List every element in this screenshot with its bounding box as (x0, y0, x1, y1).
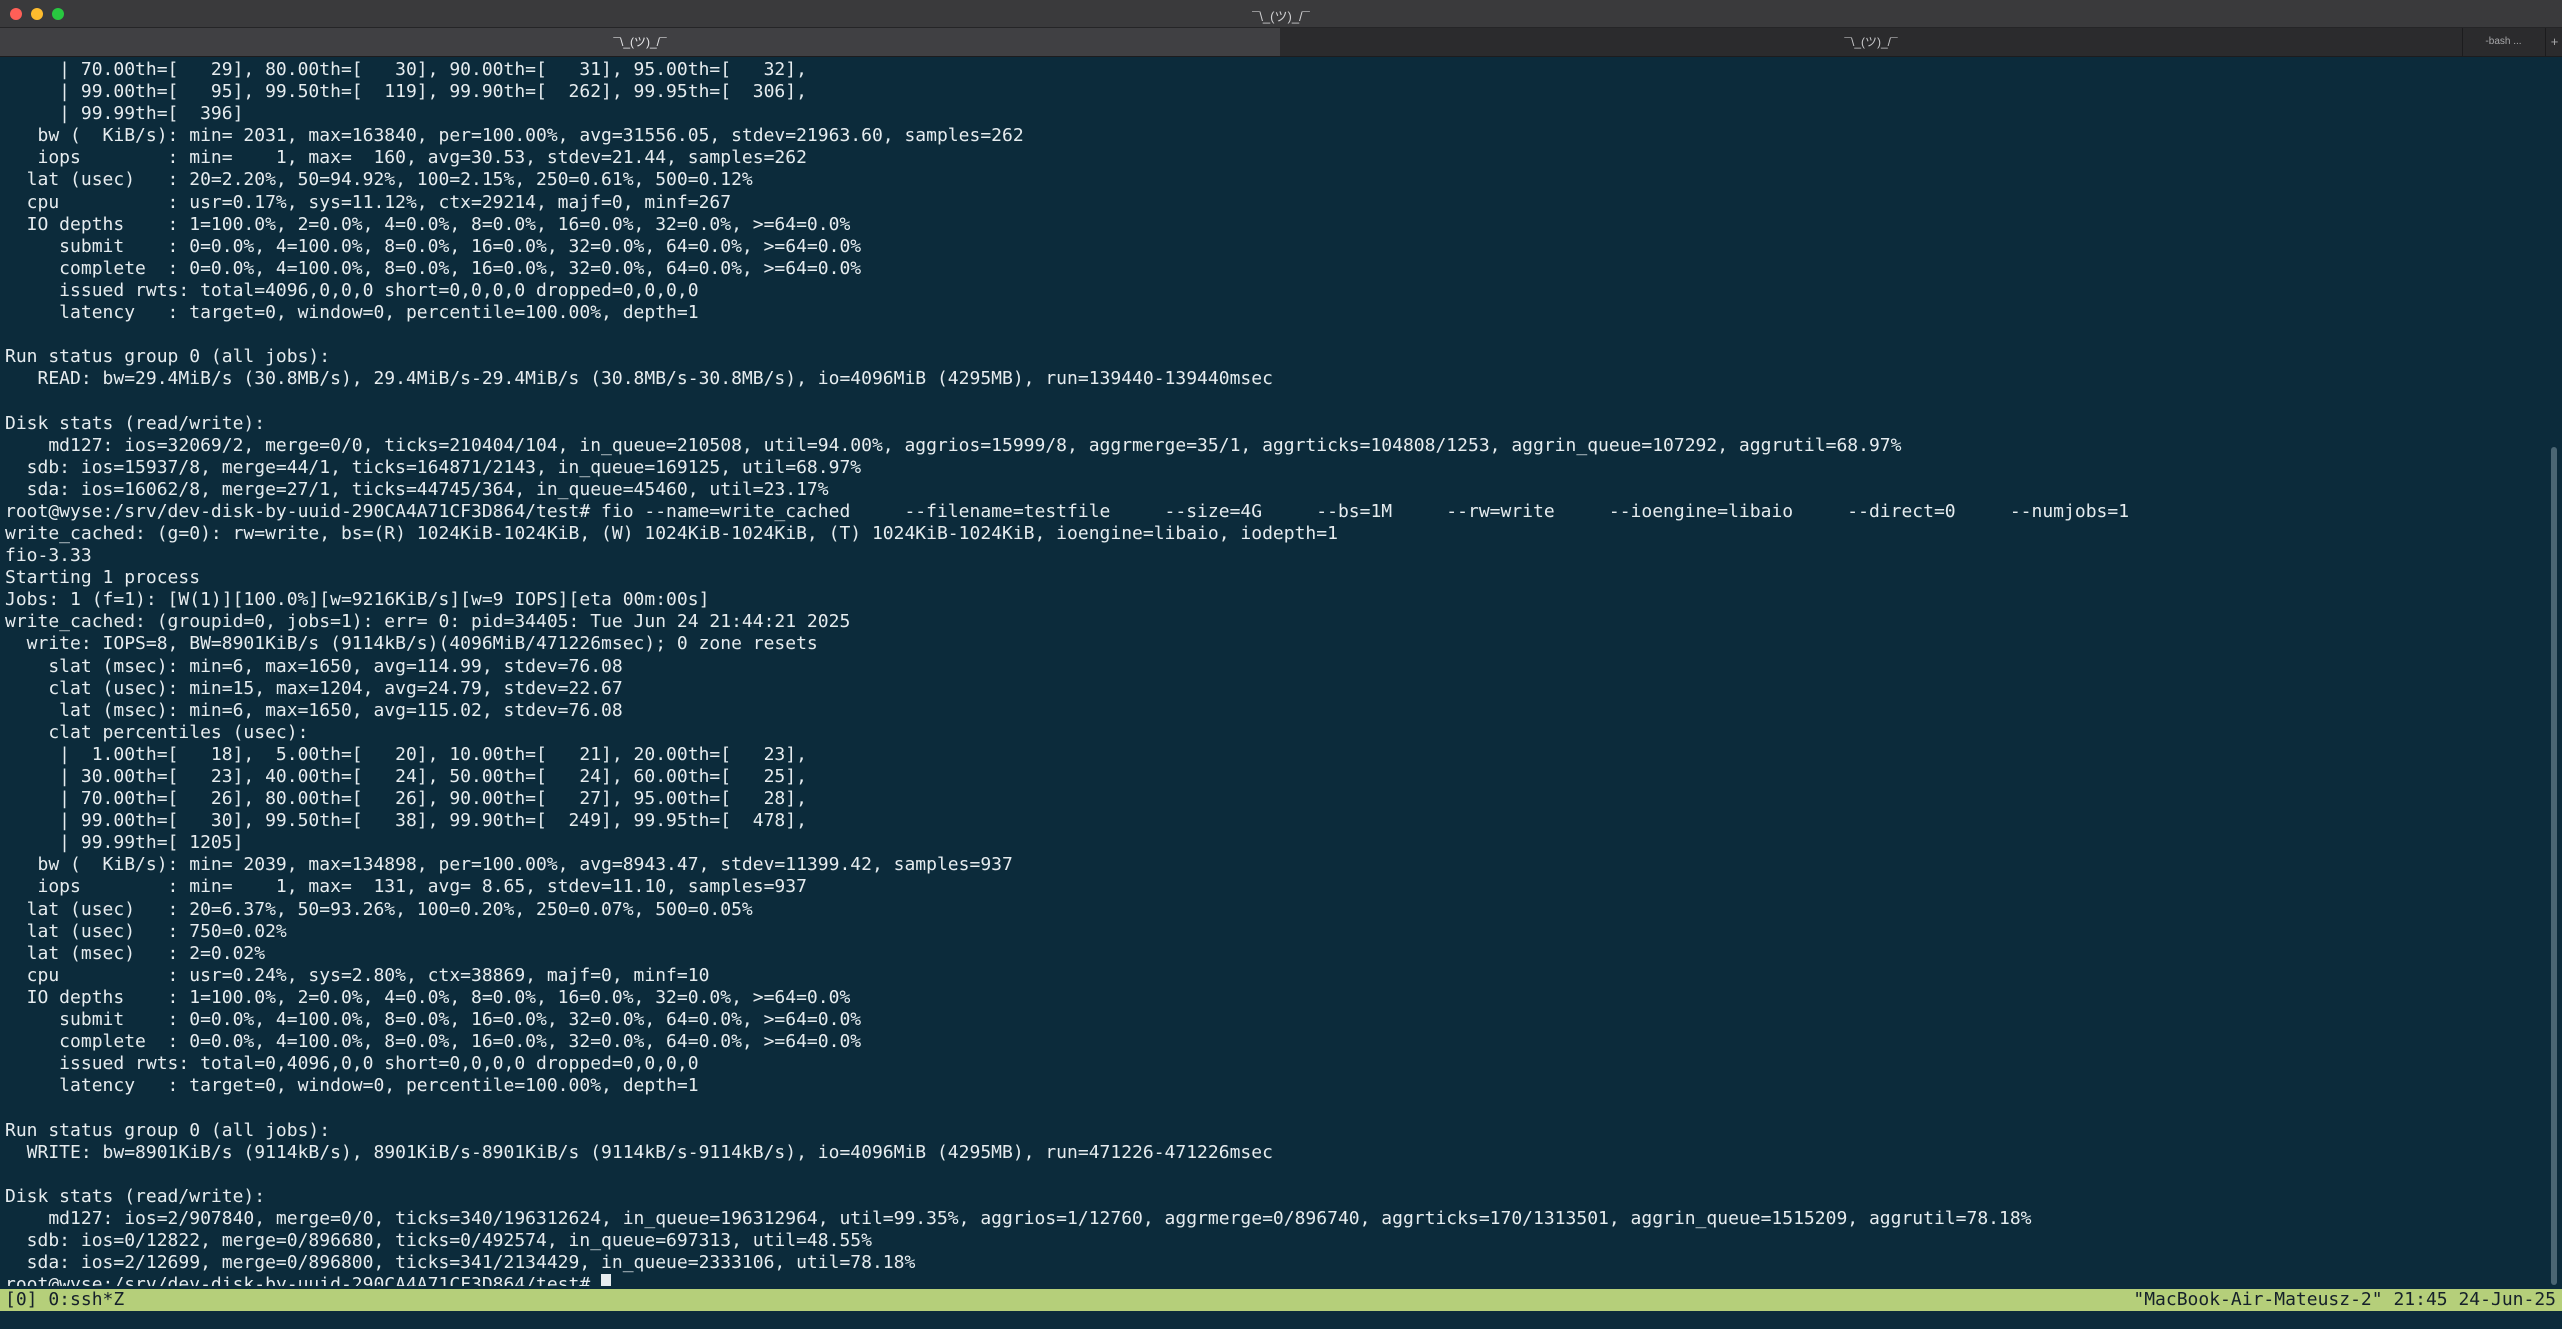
terminal-line: bw ( KiB/s): min= 2031, max=163840, per=… (5, 125, 1024, 147)
terminal-line: lat (usec) : 20=6.37%, 50=93.26%, 100=0.… (5, 898, 753, 920)
scrollbar-thumb[interactable] (2551, 447, 2557, 1285)
terminal-line: write: IOPS=8, BW=8901KiB/s (9114kB/s)(4… (5, 633, 818, 655)
terminal-line: Run status group 0 (all jobs): (5, 346, 331, 368)
tmux-window-list[interactable]: [0] 0:ssh*Z (5, 1289, 124, 1311)
terminal-line: clat (usec): min=15, max=1204, avg=24.79… (5, 677, 623, 699)
tab-3[interactable]: -bash ... (2462, 28, 2544, 56)
terminal-line: | 70.00th=[ 26], 80.00th=[ 26], 90.00th=… (5, 788, 807, 810)
terminal-line: root@wyse:/srv/dev-disk-by-uuid-290CA4A7… (5, 500, 2130, 522)
terminal-line: WRITE: bw=8901KiB/s (9114kB/s), 8901KiB/… (5, 1141, 1273, 1163)
terminal-line: | 30.00th=[ 23], 40.00th=[ 24], 50.00th=… (5, 766, 807, 787)
terminal-line: write_cached: (g=0): rw=write, bs=(R) 10… (5, 522, 1338, 544)
terminal-line: submit : 0=0.0%, 4=100.0%, 8=0.0%, 16=0.… (5, 235, 862, 257)
tmux-host-clock: "MacBook-Air-Mateusz-2" 21:45 24-Jun-25 (2133, 1289, 2556, 1310)
terminal-line: iops : min= 1, max= 131, avg= 8.65, stde… (5, 876, 807, 898)
terminal-window: ¯\_(ツ)_/¯ ¯\_(ツ)_/¯ ¯\_(ツ)_/¯ -bash ... … (0, 0, 2562, 1329)
terminal-line: write_cached: (groupid=0, jobs=1): err= … (5, 611, 851, 633)
tab-2[interactable]: ¯\_(ツ)_/¯ (1280, 28, 2462, 56)
text-cursor (601, 1274, 612, 1286)
terminal-line: Run status group 0 (all jobs): (5, 1119, 331, 1141)
terminal-line: submit : 0=0.0%, 4=100.0%, 8=0.0%, 16=0.… (5, 1009, 862, 1031)
terminal-line: READ: bw=29.4MiB/s (30.8MB/s), 29.4MiB/s… (5, 368, 1273, 390)
terminal-line: lat (usec) : 20=2.20%, 50=94.92%, 100=2.… (5, 169, 753, 191)
terminal-line: sda: ios=2/12699, merge=0/896800, ticks=… (5, 1252, 916, 1274)
terminal-line: IO depths : 1=100.0%, 2=0.0%, 4=0.0%, 8=… (5, 986, 851, 1008)
terminal-line: bw ( KiB/s): min= 2039, max=134898, per=… (5, 854, 1013, 876)
terminal-line: Disk stats (read/write): (5, 412, 266, 434)
terminal-line: lat (msec) : 2=0.02% (5, 942, 266, 964)
terminal-line: cpu : usr=0.17%, sys=11.12%, ctx=29214, … (5, 191, 732, 213)
terminal-line: sdb: ios=15937/8, merge=44/1, ticks=1648… (5, 456, 862, 478)
new-tab-button[interactable]: + (2545, 28, 2562, 56)
terminal-line: md127: ios=2/907840, merge=0/0, ticks=34… (5, 1207, 2032, 1229)
terminal-line: lat (usec) : 750=0.02% (5, 920, 287, 942)
terminal-line: | 99.00th=[ 95], 99.50th=[ 119], 99.90th… (5, 81, 807, 103)
terminal-line: issued rwts: total=4096,0,0,0 short=0,0,… (5, 279, 699, 301)
terminal-line: Jobs: 1 (f=1): [W(1)][100.0%][w=9216KiB/… (5, 589, 710, 611)
tab-1[interactable]: ¯\_(ツ)_/¯ (0, 28, 1280, 56)
terminal-line: Disk stats (read/write): (5, 1185, 266, 1207)
terminal-line: md127: ios=32069/2, merge=0/0, ticks=210… (5, 434, 1902, 456)
terminal-line: | 1.00th=[ 18], 5.00th=[ 20], 10.00th=[ … (5, 743, 807, 765)
window-title: ¯\_(ツ)_/¯ (1252, 9, 1310, 24)
terminal-line: | 70.00th=[ 29], 80.00th=[ 30], 90.00th=… (5, 59, 807, 80)
terminal-line: latency : target=0, window=0, percentile… (5, 1075, 699, 1097)
terminal-scrollbar[interactable] (2548, 59, 2560, 1288)
tmux-status-bar: [0] 0:ssh*Z "MacBook-Air-Mateusz-2" 21:4… (0, 1289, 2562, 1311)
terminal-prompt-line[interactable]: root@wyse:/srv/dev-disk-by-uuid-290CA4A7… (5, 1274, 2545, 1286)
terminal-line: IO depths : 1=100.0%, 2=0.0%, 4=0.0%, 8=… (5, 213, 851, 235)
shell-prompt: root@wyse:/srv/dev-disk-by-uuid-290CA4A7… (5, 1274, 602, 1286)
terminal-line: sdb: ios=0/12822, merge=0/896680, ticks=… (5, 1229, 872, 1251)
terminal-line: cpu : usr=0.24%, sys=2.80%, ctx=38869, m… (5, 964, 710, 986)
terminal-line: issued rwts: total=0,4096,0,0 short=0,0,… (5, 1053, 699, 1075)
terminal-line: fio-3.33 (5, 545, 92, 567)
tab-bar: ¯\_(ツ)_/¯ ¯\_(ツ)_/¯ -bash ... + (0, 28, 2562, 57)
title-bar: ¯\_(ツ)_/¯ (0, 0, 2562, 28)
terminal-line: latency : target=0, window=0, percentile… (5, 302, 699, 324)
terminal-line: complete : 0=0.0%, 4=100.0%, 8=0.0%, 16=… (5, 257, 862, 279)
terminal-line: sda: ios=16062/8, merge=27/1, ticks=4474… (5, 478, 829, 500)
terminal-line: clat percentiles (usec): (5, 721, 309, 743)
terminal-line: lat (msec): min=6, max=1650, avg=115.02,… (5, 699, 623, 721)
terminal-line: Starting 1 process (5, 567, 201, 589)
terminal-line: slat (msec): min=6, max=1650, avg=114.99… (5, 655, 623, 677)
terminal-line: iops : min= 1, max= 160, avg=30.53, stde… (5, 147, 807, 169)
terminal-line: complete : 0=0.0%, 4=100.0%, 8=0.0%, 16=… (5, 1031, 862, 1053)
terminal-output[interactable]: | 70.00th=[ 29], 80.00th=[ 30], 90.00th=… (5, 59, 2545, 1286)
terminal-line: | 99.99th=[ 396] (5, 103, 244, 125)
terminal-line: | 99.99th=[ 1205] (5, 832, 244, 854)
terminal-line: | 99.00th=[ 30], 99.50th=[ 38], 99.90th=… (5, 810, 807, 832)
